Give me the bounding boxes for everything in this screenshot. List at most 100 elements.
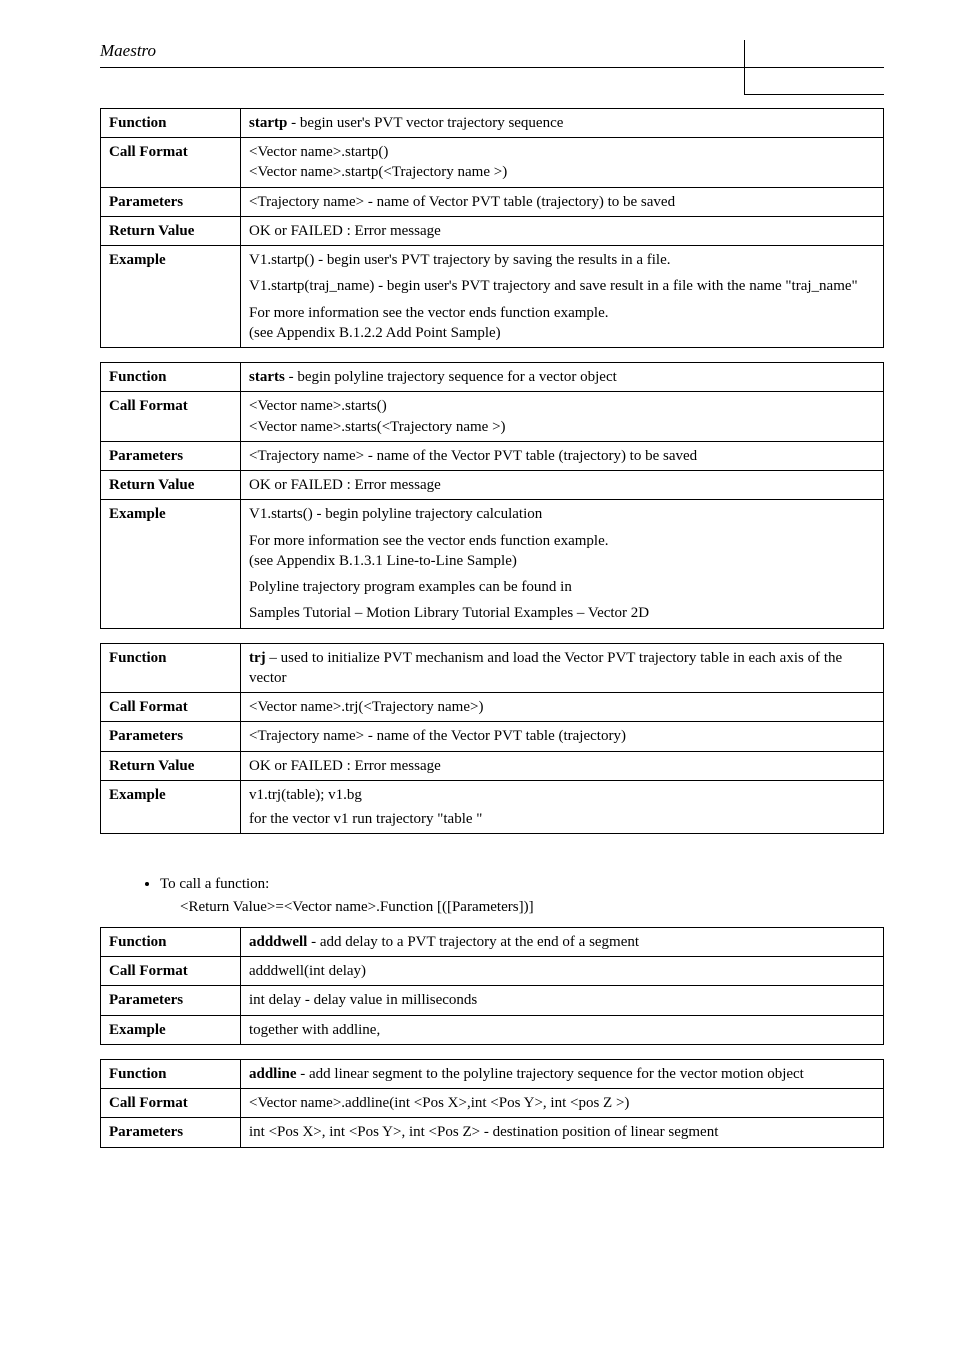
line: for the vector v1 run trajectory "table … [249, 809, 875, 829]
table-row: Parameters int <Pos X>, int <Pos Y>, int… [101, 1118, 884, 1147]
cell-label: Example [101, 246, 241, 348]
table-row: Parameters <Trajectory name> - name of t… [101, 722, 884, 751]
line: <Vector name>.starts(<Trajectory name >) [249, 417, 875, 437]
cell-value: OK or FAILED : Error message [241, 751, 884, 780]
cell-label: Return Value [101, 751, 241, 780]
cell-label: Return Value [101, 471, 241, 500]
table-row: Parameters <Trajectory name> - name of V… [101, 187, 884, 216]
cell-label: Function [101, 108, 241, 137]
table-row: Example V1.startp() - begin user's PVT t… [101, 246, 884, 348]
table-row: Return Value OK or FAILED : Error messag… [101, 216, 884, 245]
cell-value: adddwell(int delay) [241, 957, 884, 986]
table-row: Function startp - begin user's PVT vecto… [101, 108, 884, 137]
fn-name: startp [249, 115, 287, 131]
table-row: Parameters int delay - delay value in mi… [101, 986, 884, 1015]
cell-label: Example [101, 500, 241, 628]
table-row: Return Value OK or FAILED : Error messag… [101, 751, 884, 780]
cell-value: adddwell - add delay to a PVT trajectory… [241, 927, 884, 956]
cell-value: v1.trj(table); v1.bg for the vector v1 r… [241, 780, 884, 834]
cell-value: trj – used to initialize PVT mechanism a… [241, 643, 884, 693]
line: v1.trj(table); v1.bg [249, 785, 875, 805]
table-startp: Function startp - begin user's PVT vecto… [100, 108, 884, 348]
line: <Vector name>.startp(<Trajectory name >) [249, 162, 875, 182]
table-row: Function starts - begin polyline traject… [101, 363, 884, 392]
table-addline: Function addline - add linear segment to… [100, 1059, 884, 1148]
bullet-sub: <Return Value>=<Vector name>.Function [(… [180, 897, 884, 917]
line: For more information see the vector ends… [249, 531, 875, 551]
cell-value: OK or FAILED : Error message [241, 471, 884, 500]
corner-box [744, 40, 884, 95]
cell-label: Function [101, 643, 241, 693]
cell-label: Example [101, 780, 241, 834]
cell-value: <Trajectory name> - name of the Vector P… [241, 722, 884, 751]
line: For more information see the vector ends… [249, 303, 875, 323]
cell-label: Return Value [101, 216, 241, 245]
line: V1.startp(traj_name) - begin user's PVT … [249, 276, 875, 296]
fn-name: addline [249, 1066, 297, 1082]
table-row: Parameters <Trajectory name> - name of t… [101, 441, 884, 470]
fn-name: adddwell [249, 934, 307, 950]
header-title: Maestro [100, 41, 156, 60]
table-adddwell: Function adddwell - add delay to a PVT t… [100, 927, 884, 1045]
cell-value: V1.startp() - begin user's PVT trajector… [241, 246, 884, 348]
cell-value: <Vector name>.startp() <Vector name>.sta… [241, 138, 884, 188]
cell-label: Function [101, 927, 241, 956]
bullet-block: To call a function: <Return Value>=<Vect… [140, 874, 884, 917]
table-row: Return Value OK or FAILED : Error messag… [101, 471, 884, 500]
table-row: Function adddwell - add delay to a PVT t… [101, 927, 884, 956]
table-row: Example V1.starts() - begin polyline tra… [101, 500, 884, 628]
cell-value: <Vector name>.starts() <Vector name>.sta… [241, 392, 884, 442]
line: V1.starts() - begin polyline trajectory … [249, 504, 875, 524]
line: <Vector name>.startp() [249, 142, 875, 162]
cell-value: OK or FAILED : Error message [241, 216, 884, 245]
table-row: Call Format <Vector name>.addline(int <P… [101, 1089, 884, 1118]
table-row: Example together with addline, [101, 1015, 884, 1044]
cell-value: starts - begin polyline trajectory seque… [241, 363, 884, 392]
cell-label: Call Format [101, 1089, 241, 1118]
table-starts: Function starts - begin polyline traject… [100, 362, 884, 629]
cell-value: <Vector name>.addline(int <Pos X>,int <P… [241, 1089, 884, 1118]
table-row: Function addline - add linear segment to… [101, 1059, 884, 1088]
cell-label: Function [101, 363, 241, 392]
cell-label: Example [101, 1015, 241, 1044]
cell-label: Parameters [101, 187, 241, 216]
table-row: Call Format <Vector name>.trj(<Trajector… [101, 693, 884, 722]
line: (see Appendix B.1.3.1 Line-to-Line Sampl… [249, 551, 875, 571]
cell-value: <Trajectory name> - name of the Vector P… [241, 441, 884, 470]
cell-value: startp - begin user's PVT vector traject… [241, 108, 884, 137]
cell-label: Call Format [101, 693, 241, 722]
fn-desc: – used to initialize PVT mechanism and l… [249, 650, 842, 686]
cell-value: addline - add linear segment to the poly… [241, 1059, 884, 1088]
bullet-text: To call a function: [160, 874, 884, 894]
cell-label: Parameters [101, 1118, 241, 1147]
table-row: Example v1.trj(table); v1.bg for the vec… [101, 780, 884, 834]
cell-value: int delay - delay value in milliseconds [241, 986, 884, 1015]
cell-value: <Vector name>.trj(<Trajectory name>) [241, 693, 884, 722]
line: Polyline trajectory program examples can… [249, 577, 875, 597]
table-trj: Function trj – used to initialize PVT me… [100, 643, 884, 835]
cell-value: together with addline, [241, 1015, 884, 1044]
line: V1.startp() - begin user's PVT trajector… [249, 250, 875, 270]
cell-label: Parameters [101, 986, 241, 1015]
cell-label: Call Format [101, 392, 241, 442]
cell-label: Parameters [101, 722, 241, 751]
line: <Vector name>.starts() [249, 396, 875, 416]
fn-name: trj [249, 650, 266, 666]
line: Samples Tutorial – Motion Library Tutori… [249, 603, 875, 623]
fn-desc: - add delay to a PVT trajectory at the e… [307, 934, 639, 950]
fn-name: starts [249, 369, 285, 385]
fn-desc: - begin polyline trajectory sequence for… [285, 369, 617, 385]
fn-desc: - begin user's PVT vector trajectory seq… [287, 115, 563, 131]
table-row: Call Format <Vector name>.starts() <Vect… [101, 392, 884, 442]
cell-value: int <Pos X>, int <Pos Y>, int <Pos Z> - … [241, 1118, 884, 1147]
cell-label: Function [101, 1059, 241, 1088]
fn-desc: - add linear segment to the polyline tra… [297, 1066, 804, 1082]
line: (see Appendix B.1.2.2 Add Point Sample) [249, 323, 875, 343]
cell-label: Parameters [101, 441, 241, 470]
cell-value: <Trajectory name> - name of Vector PVT t… [241, 187, 884, 216]
table-row: Call Format adddwell(int delay) [101, 957, 884, 986]
table-row: Function trj – used to initialize PVT me… [101, 643, 884, 693]
cell-label: Call Format [101, 957, 241, 986]
cell-label: Call Format [101, 138, 241, 188]
table-row: Call Format <Vector name>.startp() <Vect… [101, 138, 884, 188]
